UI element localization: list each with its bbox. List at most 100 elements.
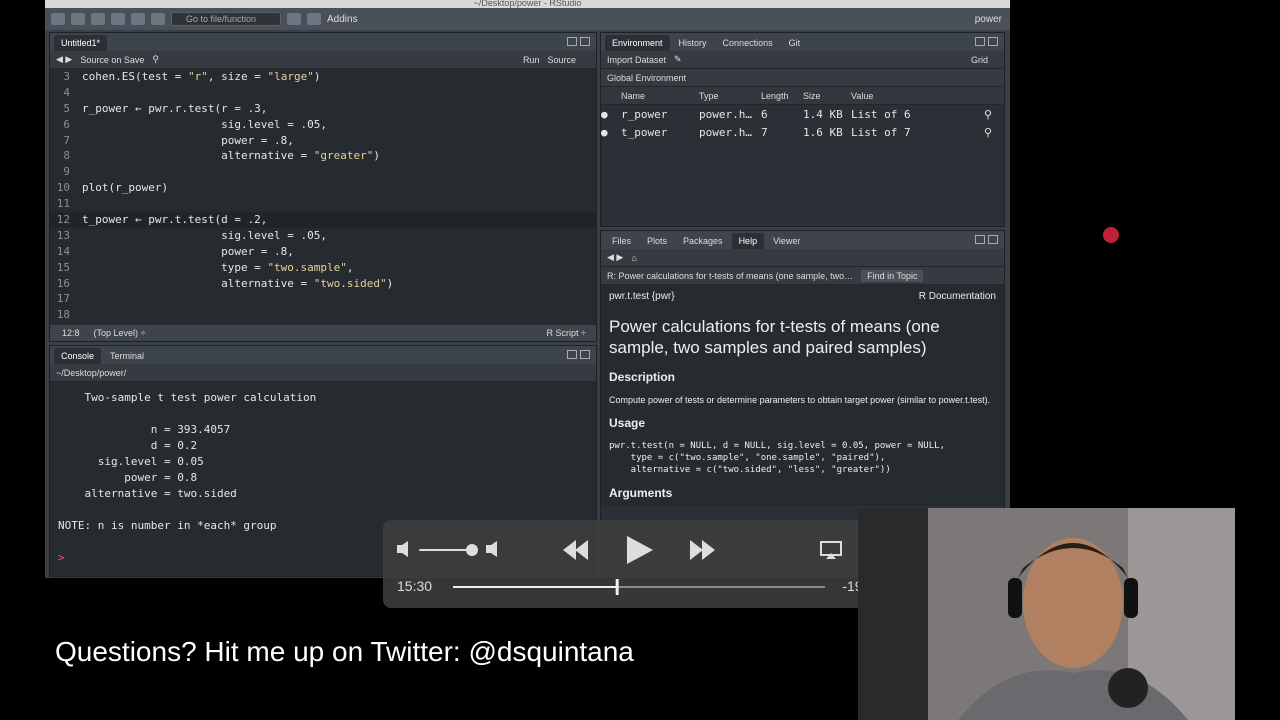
source-pane: Untitled1* ◀ ▶ Source on Save ⚲ Run Sour… <box>49 32 597 342</box>
source-tabbar: Untitled1* <box>50 33 596 51</box>
line-number: 5 <box>63 101 70 115</box>
code-line[interactable]: 4 <box>50 85 596 101</box>
code-line[interactable]: 14 power = .8, <box>50 244 596 260</box>
line-number: 7 <box>63 133 70 147</box>
code-line[interactable]: 11 <box>50 196 596 212</box>
header-type[interactable]: Type <box>699 91 761 101</box>
rstudio-window: ~/Desktop/power - RStudio Go to file/fun… <box>45 0 1010 578</box>
tab-viewer[interactable]: Viewer <box>766 233 807 249</box>
environment-rows: ● r_power power.h… 6 1.4 KB List of 6 ⚲ ● t_pow… <box>601 105 1004 141</box>
broom-icon[interactable]: ✎ <box>674 54 682 65</box>
scope-selector[interactable]: (Top Level) ÷ <box>94 328 146 338</box>
fast-forward-icon <box>690 540 703 560</box>
code-line[interactable]: 7 power = .8, <box>50 133 596 149</box>
line-number: 14 <box>56 244 70 258</box>
code-line[interactable]: 18 <box>50 307 596 323</box>
line-number: 3 <box>63 70 70 83</box>
grid-icon[interactable] <box>307 13 321 25</box>
code-line[interactable]: 9 <box>50 164 596 180</box>
help-tabbar: Files Plots Packages Help Viewer <box>601 231 1004 249</box>
line-number: 16 <box>56 276 70 290</box>
search-icon[interactable]: ⚲ <box>152 54 159 65</box>
video-controls-graphic <box>397 536 882 595</box>
view-icon[interactable]: ⚲ <box>984 126 992 139</box>
file-type-selector[interactable]: R Script ÷ <box>547 328 586 338</box>
code-line[interactable]: 6 sig.level = .05, <box>50 117 596 133</box>
code-line[interactable]: 12 t_power ← pwr.t.test(d = .2, <box>50 212 596 228</box>
webcam-feed <box>858 508 1235 720</box>
grid-view-button[interactable]: Grid <box>971 55 988 65</box>
tab-console[interactable]: Console <box>54 348 102 364</box>
code-editor[interactable]: 3 cohen.ES(test = "r", size = "large") 4 5 r… <box>50 69 596 325</box>
environment-row[interactable]: ● t_power power.h… 7 1.6 KB List of 7 ⚲ <box>601 123 1004 141</box>
tab-plots[interactable]: Plots <box>640 233 674 249</box>
environment-row[interactable]: ● r_power power.h… 6 1.4 KB List of 6 ⚲ <box>601 105 1004 123</box>
addins-menu[interactable]: Addins <box>327 14 358 25</box>
view-icon[interactable]: ⚲ <box>984 108 992 121</box>
line-number: 18 <box>56 308 70 322</box>
source-on-save-checkbox[interactable]: Source on Save <box>80 55 144 65</box>
save-all-icon[interactable] <box>131 13 145 25</box>
back-icon[interactable]: ◀ ▶ <box>56 54 72 65</box>
volume-high-icon <box>486 541 497 557</box>
cell-size: 1.6 KB <box>803 125 843 139</box>
cursor-position: 12:8 <box>62 328 80 338</box>
code-text: type = "two.sample", <box>82 260 354 274</box>
tab-files[interactable]: Files <box>605 233 638 249</box>
pane-controls[interactable] <box>567 350 590 359</box>
rewind-icon <box>575 540 588 560</box>
play-icon <box>627 536 653 564</box>
help-topic-bar: R: Power calculations for t-tests of mea… <box>601 267 1004 285</box>
object-icon: ● <box>601 125 608 139</box>
header-size[interactable]: Size <box>803 91 851 101</box>
header-length[interactable]: Length <box>761 91 803 101</box>
tab-environment[interactable]: Environment <box>605 35 670 51</box>
code-line[interactable]: 16 alternative = "two.sided") <box>50 276 596 292</box>
tab-untitled1[interactable]: Untitled1* <box>54 35 108 51</box>
code-line[interactable]: 8 alternative = "greater") <box>50 148 596 164</box>
usage-code: pwr.t.test(n = NULL, d = NULL, sig.level… <box>609 441 945 475</box>
home-icon[interactable]: ⌂ <box>631 253 636 263</box>
code-line[interactable]: 13 sig.level = .05, <box>50 228 596 244</box>
goto-file-input[interactable]: Go to file/function <box>171 12 281 26</box>
help-content: pwr.t.test {pwr} R Documentation Power c… <box>601 285 1004 506</box>
cell-value: List of 7 <box>851 125 911 139</box>
global-env-selector[interactable]: Global Environment <box>601 69 1004 87</box>
console-path: ~/Desktop/power/ <box>50 364 596 382</box>
header-value[interactable]: Value <box>851 91 873 101</box>
environment-header: Name Type Length Size Value <box>601 87 1004 105</box>
tab-connections[interactable]: Connections <box>716 35 780 51</box>
project-menu[interactable]: power <box>975 14 1002 25</box>
source-button[interactable]: Source <box>547 55 576 65</box>
code-text: cohen.ES(test = "r", size = "large") <box>82 70 321 83</box>
run-button[interactable]: Run <box>523 55 540 65</box>
main-toolbar: Go to file/function Addins power <box>45 8 1010 30</box>
git-icon[interactable] <box>287 13 301 25</box>
code-line[interactable]: 10 plot(r_power) <box>50 180 596 196</box>
line-number: 11 <box>56 197 70 211</box>
cell-type: power.h… <box>699 125 752 139</box>
header-name[interactable]: Name <box>621 91 699 101</box>
tab-git[interactable]: Git <box>782 35 808 51</box>
code-line[interactable]: 15 type = "two.sample", <box>50 260 596 276</box>
code-line[interactable]: 3 cohen.ES(test = "r", size = "large") <box>50 69 596 85</box>
new-project-icon[interactable] <box>71 13 85 25</box>
import-dataset-button[interactable]: Import Dataset <box>607 55 666 65</box>
new-file-icon[interactable] <box>51 13 65 25</box>
print-icon[interactable] <box>151 13 165 25</box>
tab-terminal[interactable]: Terminal <box>103 348 151 364</box>
pane-controls[interactable] <box>975 37 998 46</box>
save-icon[interactable] <box>111 13 125 25</box>
tab-packages[interactable]: Packages <box>676 233 730 249</box>
elapsed-time: 15:30 <box>397 578 433 594</box>
find-in-topic-input[interactable]: Find in Topic <box>861 269 924 282</box>
tab-history[interactable]: History <box>672 35 714 51</box>
code-line[interactable]: 17 <box>50 291 596 307</box>
cell-name: t_power <box>621 125 668 139</box>
code-line[interactable]: 5 r_power ← pwr.r.test(r = .3, <box>50 101 596 117</box>
open-icon[interactable] <box>91 13 105 25</box>
pane-controls[interactable] <box>567 37 590 46</box>
back-icon[interactable]: ◀ ▶ <box>607 252 623 263</box>
pane-controls[interactable] <box>975 235 998 244</box>
tab-help[interactable]: Help <box>731 233 765 249</box>
